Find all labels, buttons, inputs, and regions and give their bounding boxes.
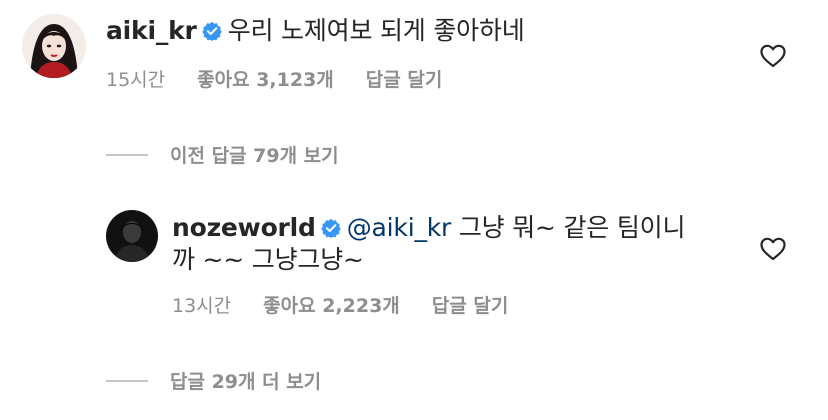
reply-to-reply-button[interactable]: 답글 달기 [432, 294, 509, 318]
avatar-aiki-kr[interactable] [22, 14, 86, 78]
reply-button[interactable]: 답글 달기 [366, 68, 443, 92]
reply-username[interactable]: nozeworld [172, 213, 316, 242]
heart-outline-icon [760, 44, 786, 68]
comment-body: 우리 노제여보 되게 좋아하네 [227, 16, 525, 45]
heart-outline-icon [760, 237, 786, 261]
like-comment-button[interactable] [760, 44, 786, 68]
reply-body-line2: 까 ~~ 그냥그냥~ [172, 245, 364, 274]
comment-meta: 15시간 좋아요 3,123개 답글 달기 [106, 68, 442, 92]
avatar-nozeworld[interactable] [106, 210, 158, 262]
view-previous-replies-button[interactable]: 이전 답글 79개 보기 [106, 141, 339, 168]
comment-username[interactable]: aiki_kr [106, 16, 197, 45]
avatar-photo [106, 210, 158, 262]
replies-divider [106, 153, 148, 156]
verified-badge-icon [201, 21, 222, 41]
replies-divider [106, 379, 148, 382]
view-more-replies-label: 답글 29개 더 보기 [170, 371, 322, 393]
mention-link[interactable]: @aiki_kr [347, 213, 452, 242]
comment-time: 15시간 [106, 69, 166, 91]
view-previous-replies-label: 이전 답글 79개 보기 [170, 145, 339, 167]
reply-likes[interactable]: 좋아요 2,223개 [263, 294, 400, 318]
comment-likes[interactable]: 좋아요 3,123개 [197, 68, 334, 92]
reply-time: 13시간 [172, 295, 232, 317]
comment-aiki-kr: aiki_kr 우리 노제여보 되게 좋아하네 [106, 15, 746, 47]
view-more-replies-button[interactable]: 답글 29개 더 보기 [106, 367, 321, 394]
reply-body-line1: 그냥 뭐~ 같은 팀이니 [458, 213, 686, 242]
avatar-illustration [22, 14, 86, 78]
comment-nozeworld: nozeworld @aiki_kr 그냥 뭐~ 같은 팀이니 까 ~~ 그냥그냥… [172, 212, 732, 276]
like-reply-button[interactable] [760, 237, 786, 261]
verified-badge-icon [320, 218, 341, 238]
reply-meta: 13시간 좋아요 2,223개 답글 달기 [172, 294, 508, 318]
